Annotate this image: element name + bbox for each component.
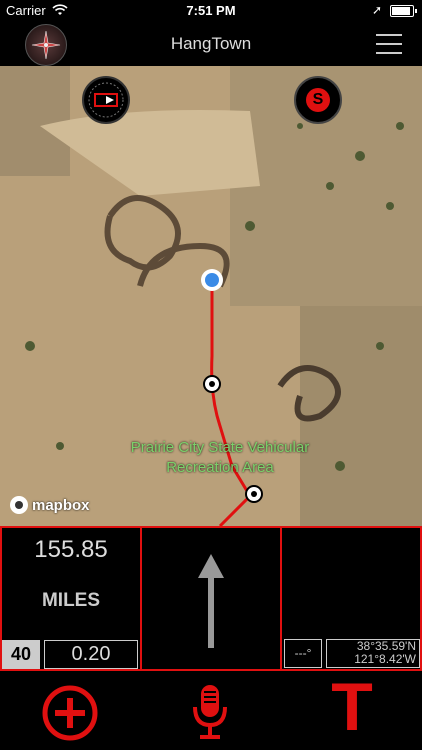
heading-arrow-icon	[198, 554, 224, 648]
text-note-button[interactable]: T	[326, 673, 378, 741]
distance-units: MILES	[41, 590, 101, 611]
microphone-icon	[193, 685, 227, 739]
mapbox-attribution[interactable]: mapbox	[10, 496, 90, 514]
mapbox-logo-icon	[10, 496, 28, 514]
trip-value[interactable]: 0.20	[44, 640, 138, 669]
menu-button[interactable]	[376, 34, 402, 54]
add-waypoint-button[interactable]	[42, 685, 98, 741]
battery-level	[392, 7, 410, 15]
location-services-icon: ➚	[372, 3, 383, 17]
longitude: 121°8.42'W	[354, 652, 416, 666]
compass-button[interactable]	[82, 76, 130, 124]
clock: 7:51 PM	[186, 3, 236, 18]
plus-circle-icon	[42, 685, 98, 741]
position-panel: ---° 38°35.59'N 121°8.42'W	[280, 526, 422, 671]
hamburger-icon	[376, 43, 402, 45]
coordinates-display: 38°35.59'N 121°8.42'W	[326, 639, 420, 668]
map-view[interactable]: S Prairie City State Vehicular Recreatio…	[0, 66, 422, 526]
map-place-label: Prairie City State Vehicular Recreation …	[40, 438, 400, 478]
heading-arrow-panel	[140, 526, 282, 671]
mapbox-label: mapbox	[32, 496, 90, 514]
hamburger-icon	[376, 34, 402, 36]
bottom-toolbar: T	[0, 671, 422, 750]
speed-value: 40	[2, 640, 40, 669]
battery-icon	[390, 5, 417, 17]
page-title: HangTown	[170, 34, 252, 53]
voice-note-button[interactable]	[192, 683, 228, 741]
speed-mode-button[interactable]: S	[294, 76, 342, 124]
nav-bar: HangTown	[0, 22, 422, 66]
status-bar: Carrier 7:51 PM ➚	[0, 0, 422, 22]
compass-icon	[88, 82, 124, 118]
hamburger-icon	[376, 52, 402, 54]
heading-value: ---°	[284, 639, 322, 668]
s-label: S	[306, 88, 330, 112]
distance-panel: 155.85 MILES 40 0.20	[0, 526, 142, 671]
map-label-line1: Prairie City State Vehicular	[130, 439, 310, 456]
distance-value: 155.85	[34, 536, 108, 563]
map-label-line2: Recreation Area	[166, 459, 274, 476]
